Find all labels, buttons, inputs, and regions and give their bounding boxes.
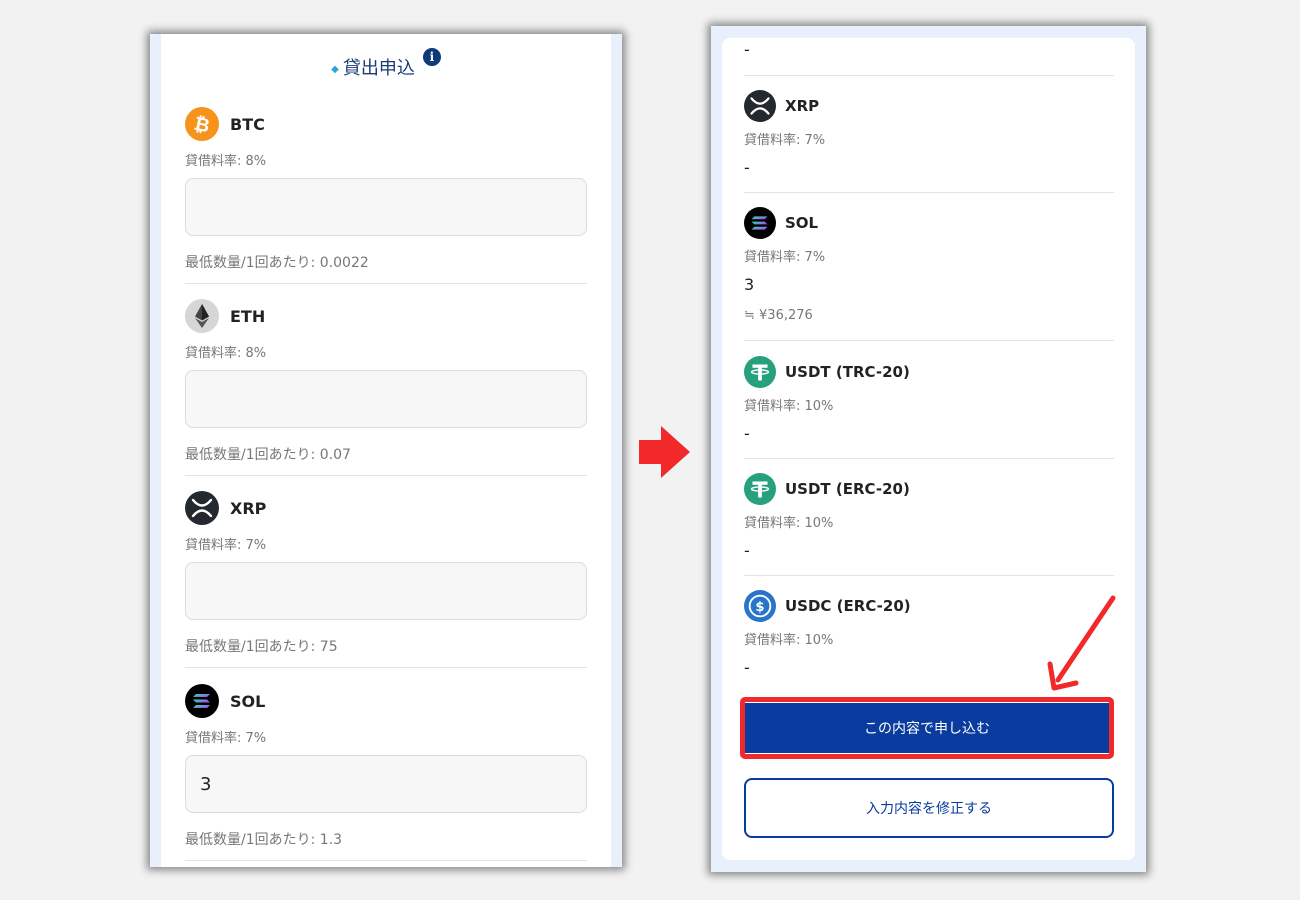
- quantity-input-sol[interactable]: 3: [185, 755, 587, 813]
- divider: [744, 75, 1114, 76]
- item-value: -: [744, 424, 750, 443]
- coin-item-xrp: XRP 貸借料率: 7% 最低数量/1回あたり: 75: [185, 491, 587, 656]
- confirm-item-xrp: XRP 貸借料率: 7% -: [744, 89, 1114, 177]
- divider: [744, 575, 1114, 576]
- xrp-icon: [185, 491, 219, 525]
- item-value: -: [744, 541, 750, 560]
- item-value: -: [744, 40, 750, 59]
- coin-symbol: SOL: [230, 691, 266, 711]
- divider: [744, 458, 1114, 459]
- left-screen: ◆ 貸出申込 i ₿ BTC 貸借料率: 8% 最低数量/1回あたり: 0.0022: [150, 34, 622, 867]
- lending-rate: 貸借料率: 7%: [185, 538, 267, 553]
- min-quantity-text: 最低数量/1回あたり: 75: [185, 639, 338, 655]
- coin-symbol: SOL: [785, 214, 819, 232]
- lending-rate: 貸借料率: 8%: [185, 154, 267, 169]
- lending-rate: 貸借料率: 10%: [744, 399, 834, 414]
- min-quantity-text: 最低数量/1回あたり: 0.07: [185, 447, 351, 463]
- coin-symbol: USDC (ERC-20): [785, 597, 911, 615]
- divider: [185, 860, 587, 861]
- lending-rate: 貸借料率: 7%: [744, 133, 826, 148]
- quantity-input-eth[interactable]: [185, 370, 587, 428]
- tether-icon: [744, 356, 776, 388]
- page-title-text: 貸出申込: [342, 58, 415, 79]
- page-title: ◆ 貸出申込 i: [161, 48, 611, 80]
- divider: [744, 340, 1114, 341]
- coin-symbol: USDT (ERC-20): [785, 480, 910, 498]
- lending-rate: 貸借料率: 7%: [744, 250, 826, 265]
- usdc-icon: $: [744, 590, 776, 622]
- coin-item-sol: SOL 貸借料率: 7% 3 最低数量/1回あたり: 1.3: [185, 684, 587, 849]
- svg-text:₿: ₿: [192, 113, 212, 138]
- divider: [185, 283, 587, 284]
- xrp-icon: [744, 90, 776, 122]
- solana-icon: [185, 684, 219, 718]
- title-marker-icon: ◆: [331, 63, 339, 75]
- quantity-input-btc[interactable]: [185, 178, 587, 236]
- coin-item-eth: ETH 貸借料率: 8% 最低数量/1回あたり: 0.07: [185, 299, 587, 464]
- tether-icon: [744, 473, 776, 505]
- ethereum-icon: [185, 299, 219, 333]
- bitcoin-icon: ₿: [185, 107, 219, 141]
- divider: [185, 475, 587, 476]
- submit-application-button[interactable]: この内容で申し込む: [745, 703, 1109, 753]
- divider: [185, 667, 587, 668]
- confirm-item-sol: SOL 貸借料率: 7% 3 ≒ ¥36,276: [744, 206, 1114, 323]
- confirm-item-usdt-erc20: USDT (ERC-20) 貸借料率: 10% -: [744, 472, 1114, 560]
- coin-symbol: USDT (TRC-20): [785, 363, 910, 381]
- coin-symbol: XRP: [785, 97, 820, 115]
- item-value: -: [744, 158, 750, 177]
- solana-icon: [744, 207, 776, 239]
- quantity-input-xrp[interactable]: [185, 562, 587, 620]
- info-icon[interactable]: i: [422, 48, 441, 66]
- item-value: 3: [744, 275, 755, 294]
- coin-item-btc: ₿ BTC 貸借料率: 8% 最低数量/1回あたり: 0.0022: [185, 107, 587, 272]
- lending-rate: 貸借料率: 7%: [185, 731, 267, 746]
- coin-symbol: BTC: [230, 114, 265, 134]
- divider: [744, 192, 1114, 193]
- lending-rate: 貸借料率: 10%: [744, 516, 834, 531]
- confirm-item-usdc-erc20: $ USDC (ERC-20) 貸借料率: 10% -: [744, 589, 1114, 677]
- coin-symbol: XRP: [230, 498, 267, 518]
- previous-item-value: -: [744, 40, 1114, 59]
- min-quantity-text: 最低数量/1回あたり: 0.0022: [185, 255, 369, 271]
- jpy-equivalent: ≒ ¥36,276: [744, 308, 813, 323]
- coin-symbol: ETH: [230, 306, 266, 326]
- min-quantity-text: 最低数量/1回あたり: 1.3: [185, 832, 343, 848]
- confirm-item-usdt-trc20: USDT (TRC-20) 貸借料率: 10% -: [744, 355, 1114, 443]
- lending-rate: 貸借料率: 10%: [744, 633, 834, 648]
- lending-application-card: ◆ 貸出申込 i ₿ BTC 貸借料率: 8% 最低数量/1回あたり: 0.0022: [161, 34, 611, 867]
- lending-rate: 貸借料率: 8%: [185, 346, 267, 361]
- item-value: -: [744, 658, 750, 677]
- edit-input-button[interactable]: 入力内容を修正する: [744, 778, 1114, 838]
- svg-text:$: $: [755, 600, 764, 615]
